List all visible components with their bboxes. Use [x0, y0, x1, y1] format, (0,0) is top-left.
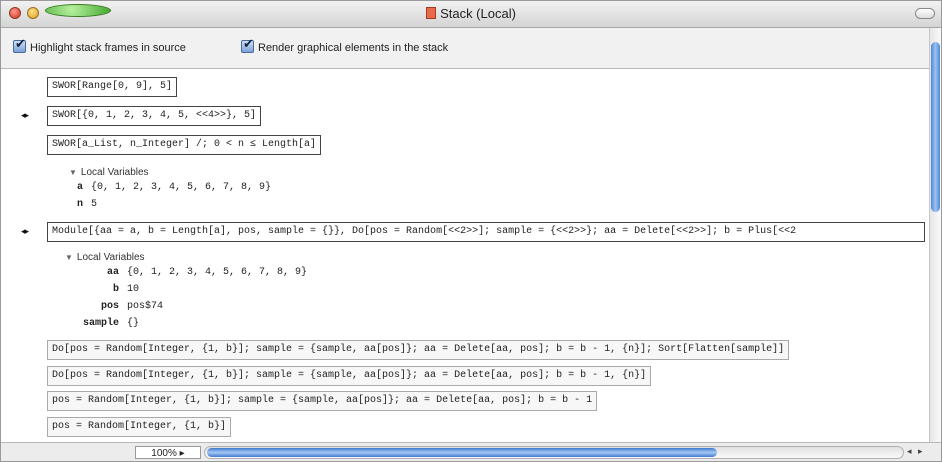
variable-name: sample — [82, 318, 119, 329]
stack-window: Stack (Local) Highlight stack frames in … — [0, 0, 942, 462]
local-variable-row: sample {} — [75, 318, 139, 329]
render-graphical-elements-checkbox[interactable]: Render graphical elements in the stack — [241, 37, 449, 55]
zoom-popup[interactable]: 100% ▸ — [135, 446, 201, 459]
variable-name: a — [77, 182, 84, 193]
status-bar: 100% ▸ ◂ ▸ — [1, 442, 941, 461]
zoom-value: 100% — [151, 448, 177, 459]
variable-value: {0, 1, 2, 3, 4, 5, 6, 7, 8, 9} — [91, 182, 272, 193]
stack-frame[interactable]: pos = Random[Integer, {1, b}] — [47, 417, 232, 437]
stack-frame[interactable]: SWOR[{0, 1, 2, 3, 4, 5, <<4>>}, 5] — [47, 106, 262, 126]
variable-value: 10 — [127, 284, 140, 295]
local-variable-row: aa {0, 1, 2, 3, 4, 5, 6, 7, 8, 9} — [75, 267, 307, 278]
render-label: Render graphical elements in the stack — [258, 42, 449, 54]
toolbar-toggle-button[interactable] — [915, 8, 935, 19]
stack-frame[interactable]: Do[pos = Random[Integer, {1, b}]; sample… — [47, 340, 790, 360]
variable-value: 5 — [91, 199, 98, 210]
scroll-arrows-icon[interactable]: ◂ ▸ — [907, 446, 925, 457]
local-variable-row: pos pos$74 — [75, 301, 163, 312]
vertical-scrollbar[interactable] — [929, 28, 941, 444]
window-title: Stack (Local) — [440, 6, 516, 21]
disclosure-triangle-icon: ▼ — [69, 168, 77, 177]
variable-name: b — [112, 284, 119, 295]
frame-arrow-icon[interactable]: ◂▸ — [21, 226, 29, 237]
highlight-label: Highlight stack frames in source — [30, 42, 186, 54]
options-bar: Highlight stack frames in source Render … — [1, 28, 941, 69]
stack-frame[interactable]: SWOR[a_List, n_Integer] /; 0 < n ≤ Lengt… — [47, 135, 322, 155]
stack-frame[interactable]: pos = Random[Integer, {1, b}]; sample = … — [47, 391, 598, 411]
variable-value: pos$74 — [127, 301, 164, 312]
checkbox-checked-icon — [241, 37, 254, 53]
disclosure-triangle-icon: ▼ — [65, 253, 73, 262]
local-variable-row: n5 — [77, 199, 97, 210]
horizontal-scrollbar[interactable] — [204, 446, 904, 459]
stack-content: SWOR[Range[0, 9], 5] ◂▸ SWOR[{0, 1, 2, 3… — [1, 69, 929, 441]
variable-name: n — [77, 199, 84, 210]
variable-name: aa — [106, 267, 119, 278]
variable-name: pos — [100, 301, 119, 312]
variable-value: {} — [127, 318, 140, 329]
document-icon — [426, 7, 437, 19]
local-variable-row: a {0, 1, 2, 3, 4, 5, 6, 7, 8, 9} — [77, 182, 271, 193]
stack-frame[interactable]: Do[pos = Random[Integer, {1, b}]; sample… — [47, 366, 652, 386]
local-variable-row: b 10 — [75, 284, 139, 295]
local-variables-header[interactable]: ▼ Local Variables — [65, 252, 145, 263]
title-bar: Stack (Local) — [1, 1, 941, 28]
frame-arrow-icon[interactable]: ◂▸ — [21, 110, 29, 121]
vertical-scroll-thumb[interactable] — [931, 42, 940, 212]
stack-frame-current[interactable]: Module[{aa = a, b = Length[a], pos, samp… — [47, 222, 925, 242]
window-title-wrap: Stack (Local) — [1, 6, 941, 21]
checkbox-checked-icon — [13, 37, 26, 53]
horizontal-scroll-thumb[interactable] — [207, 448, 717, 457]
local-variables-header[interactable]: ▼ Local Variables — [69, 167, 149, 178]
local-variables-label: Local Variables — [76, 252, 145, 263]
variable-value: {0, 1, 2, 3, 4, 5, 6, 7, 8, 9} — [127, 267, 308, 278]
stack-frame[interactable]: SWOR[Range[0, 9], 5] — [47, 77, 178, 97]
highlight-stack-frames-checkbox[interactable]: Highlight stack frames in source — [13, 37, 186, 55]
local-variables-label: Local Variables — [80, 167, 149, 178]
